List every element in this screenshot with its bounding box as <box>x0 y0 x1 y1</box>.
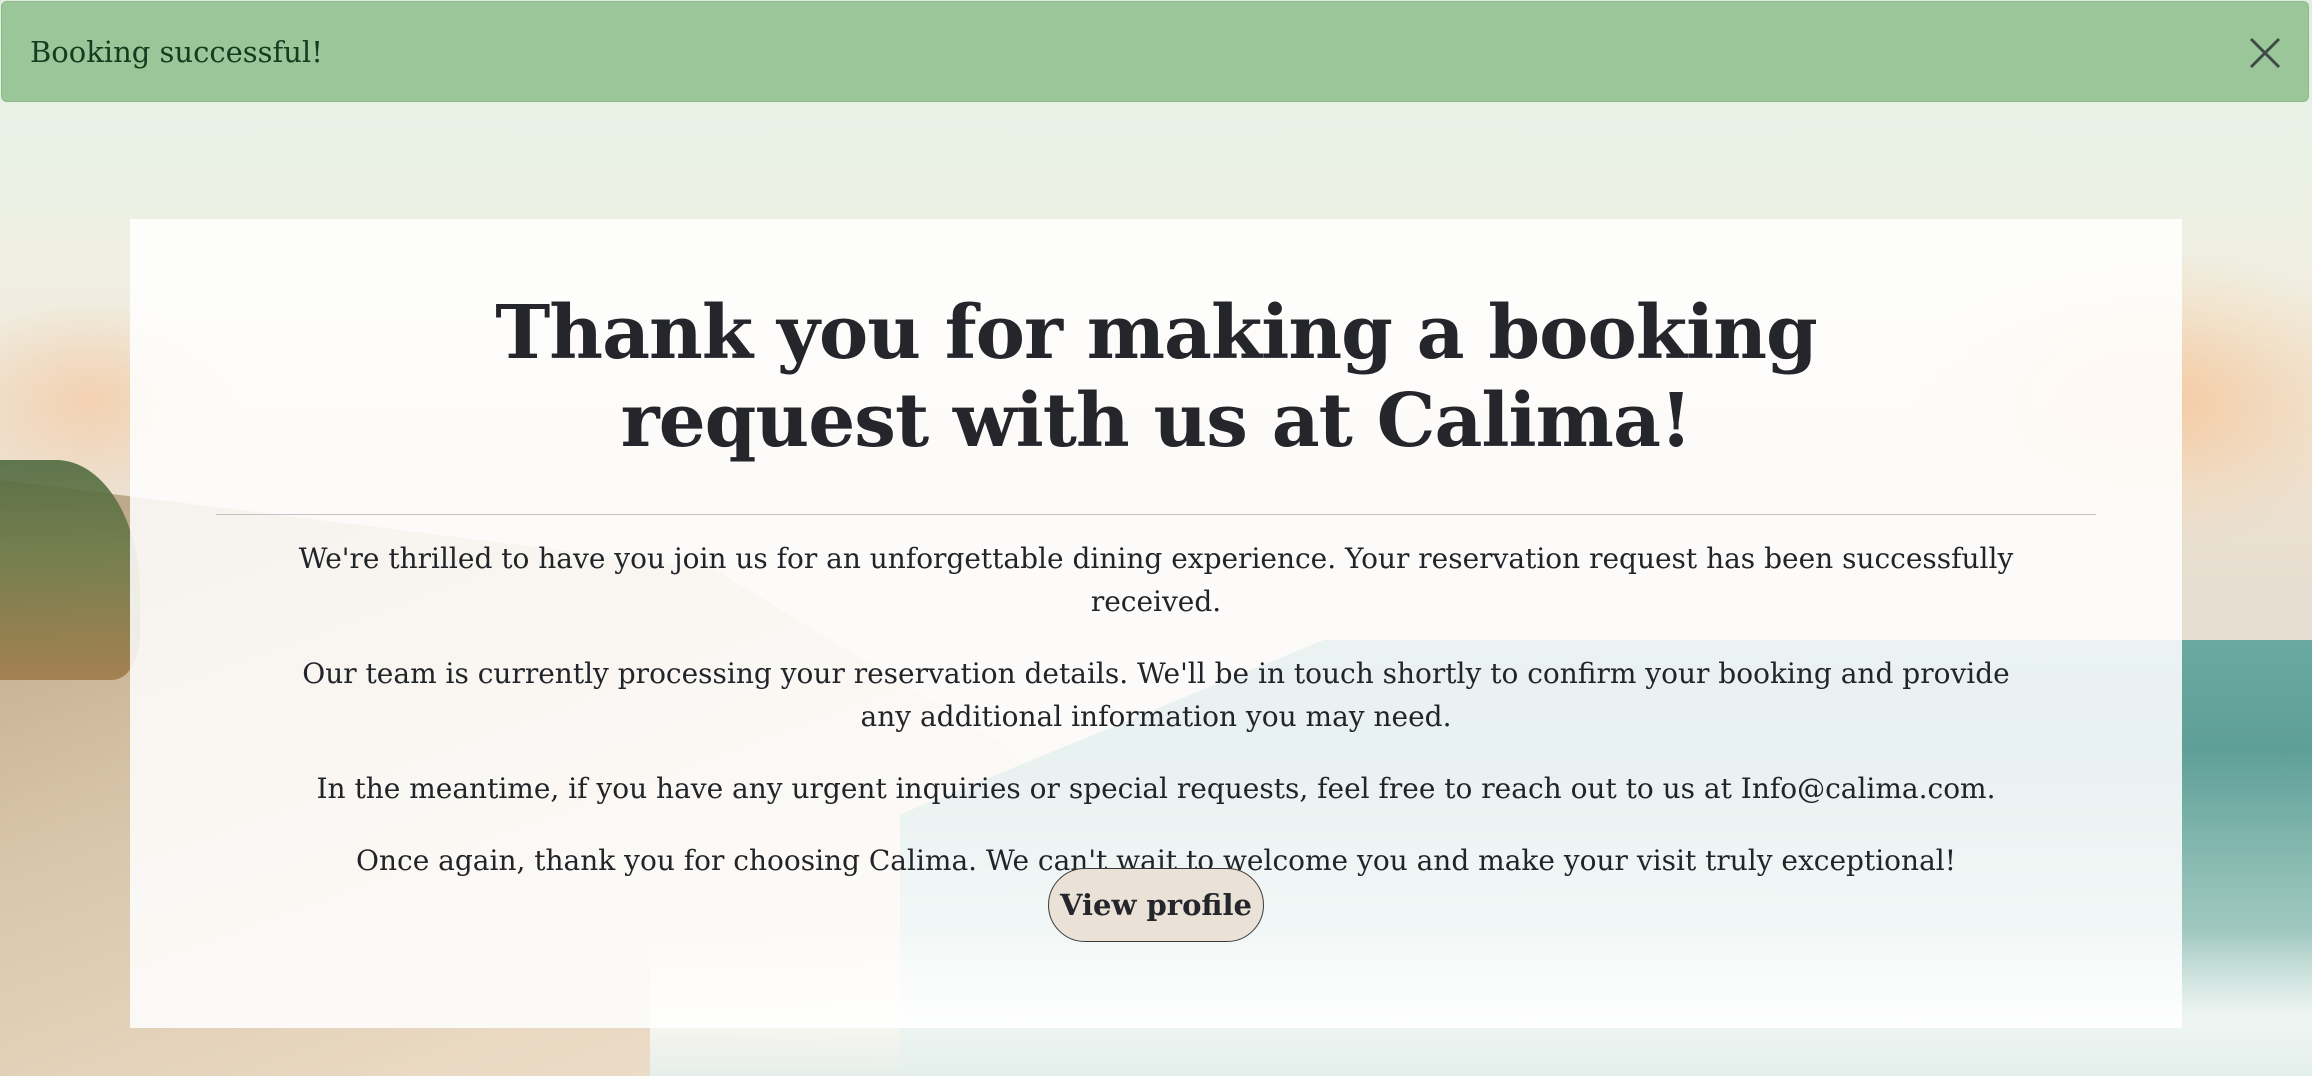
alert-message: Booking successful! <box>30 34 323 69</box>
paragraph-contact: In the meantime, if you have any urgent … <box>316 772 1996 805</box>
divider <box>216 514 2096 515</box>
confirmation-message: We're thrilled to have you join us for a… <box>130 537 2182 911</box>
close-icon[interactable] <box>2248 36 2282 70</box>
page-title: Thank you for making a booking request w… <box>495 290 1818 464</box>
paragraph-processing: Our team is currently processing your re… <box>302 657 2010 733</box>
success-alert: Booking successful! <box>1 1 2309 102</box>
paragraph-received: We're thrilled to have you join us for a… <box>298 542 2014 618</box>
view-profile-button[interactable]: View profile <box>1048 868 1264 942</box>
confirmation-card: Thank you for making a booking request w… <box>130 219 2182 1028</box>
